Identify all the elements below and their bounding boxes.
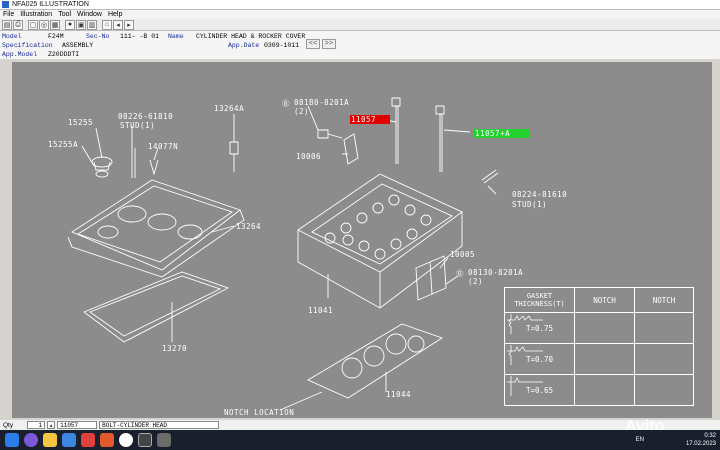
name-value: CYLINDER HEAD & ROCKER COVER xyxy=(196,32,306,40)
name-label: Name xyxy=(168,32,184,40)
notch-side-icon xyxy=(508,344,693,374)
menu-file[interactable]: File xyxy=(3,11,14,18)
color-icon[interactable]: ● xyxy=(65,19,75,30)
search-icon[interactable]: ◎ xyxy=(39,19,49,30)
gasket-thickness-table: GASKET THICKNESS(T) NOTCH NOTCH T=0.75 T… xyxy=(504,287,694,406)
settings-icon[interactable]: ▦ xyxy=(50,19,60,30)
toolbar: ▤ ⎙ ▢ ◎ ▦ ● ▣ ▥ ⌂ ◂ ▸ xyxy=(0,19,720,31)
part-name-field: BOLT-CYLINDER HEAD xyxy=(99,421,220,429)
qty-label: Qty xyxy=(3,421,14,429)
notch-side-icon xyxy=(510,375,693,406)
start-icon[interactable] xyxy=(5,433,19,447)
part-info-panel: Model F24M Sec-No 111- -B 01 Name CYLIND… xyxy=(0,31,720,59)
parts-catalog-icon[interactable] xyxy=(138,433,152,447)
callout-10006[interactable]: 10006 xyxy=(296,152,321,161)
assistant-icon[interactable] xyxy=(24,433,38,447)
open-icon[interactable]: ▤ xyxy=(2,19,12,30)
appmodel-value: Z20DDDTI xyxy=(48,50,80,58)
app-icon-2[interactable] xyxy=(157,433,171,447)
callout-08226[interactable]: 08226-61810 xyxy=(118,112,173,121)
callout-11044[interactable]: 11044 xyxy=(386,390,411,399)
browser-icon[interactable] xyxy=(119,433,133,447)
back-icon[interactable]: ◂ xyxy=(113,19,123,30)
language-indicator[interactable]: EN xyxy=(636,436,644,444)
info-icon[interactable]: ▥ xyxy=(87,19,97,30)
illustration-canvas[interactable]: 13264A 15255 15255A 08226-61810 STUD(1) … xyxy=(12,62,712,418)
clock-date[interactable]: 17.02.2023 xyxy=(686,440,716,448)
callout-bullet-081B0: Ⓑ xyxy=(282,99,290,108)
callout-08224-stud: STUD(1) xyxy=(512,200,548,209)
menu-window[interactable]: Window xyxy=(77,11,102,18)
callout-08130-qty: (2) xyxy=(468,277,484,286)
table-row: T=0.70 xyxy=(505,344,693,375)
callout-11041[interactable]: 11041 xyxy=(308,306,333,315)
header-gasket-thickness: GASKET THICKNESS(T) xyxy=(505,288,575,312)
office-icon[interactable] xyxy=(100,433,114,447)
table-row: T=0.65 xyxy=(505,375,693,406)
header-notch-2: NOTCH xyxy=(652,295,676,305)
part-number-field[interactable]: 11057 xyxy=(57,421,98,429)
window-title: NFA025 ILLUSTRATION xyxy=(12,1,89,8)
prev-page-button[interactable]: << xyxy=(306,39,320,49)
notch-diagram-icon xyxy=(507,344,635,374)
callout-08130[interactable]: 08130-8201A xyxy=(468,268,523,277)
appdate-value: 0309-1011 xyxy=(264,41,300,49)
app-icon xyxy=(2,1,9,8)
qty-stepper[interactable]: ▴ xyxy=(47,421,56,429)
grid-icon[interactable]: ▣ xyxy=(76,19,86,30)
model-label: Model xyxy=(2,32,22,40)
window-titlebar: NFA025 ILLUSTRATION xyxy=(0,0,720,10)
head-gasket-outline xyxy=(307,323,444,399)
callout-bullet-08130: Ⓑ xyxy=(456,269,464,278)
taskbar: EN 0:32 17.02.2023 xyxy=(0,430,720,450)
callout-15255[interactable]: 15255 xyxy=(68,118,93,127)
clock-time[interactable]: 0:32 xyxy=(686,432,716,440)
secno-label: Sec-No xyxy=(86,32,110,40)
next-page-button[interactable]: >> xyxy=(322,39,336,49)
callout-13264A[interactable]: 13264A xyxy=(214,104,244,113)
secno-value: 111- -B 01 xyxy=(120,32,160,40)
spec-value: ASSEMBLY xyxy=(62,41,94,49)
spec-label: Specification xyxy=(2,41,53,49)
menu-tool[interactable]: Tool xyxy=(58,11,71,18)
callout-14077N[interactable]: 14077N xyxy=(148,142,178,151)
table-row: T=0.75 xyxy=(505,313,693,344)
cylinder-head-outline xyxy=(297,173,463,273)
callout-13270[interactable]: 13270 xyxy=(162,344,187,353)
table-header-row: GASKET THICKNESS(T) NOTCH NOTCH xyxy=(505,288,693,313)
callout-11057-selected[interactable]: 11057 xyxy=(350,115,391,124)
appdate-label: App.Date xyxy=(228,41,260,49)
status-bar: Qty 1 ▴ 11057 BOLT-CYLINDER HEAD xyxy=(0,420,720,430)
home-icon[interactable]: ⌂ xyxy=(102,19,112,30)
callout-08224[interactable]: 08224-81610 xyxy=(512,190,567,199)
qty-field[interactable]: 1 xyxy=(27,421,46,429)
folder-icon[interactable] xyxy=(43,433,57,447)
menu-illustration[interactable]: Illustration xyxy=(20,11,52,18)
notch-diagram-icon xyxy=(507,375,635,406)
callout-081B0[interactable]: 081B0-8201A xyxy=(294,98,349,107)
print-icon[interactable]: ⎙ xyxy=(13,19,23,30)
callout-13264[interactable]: 13264 xyxy=(236,222,261,231)
callout-08226-stud: STUD(1) xyxy=(120,121,156,130)
notch-diagram-icon xyxy=(507,313,635,343)
forward-icon[interactable]: ▸ xyxy=(124,19,134,30)
system-tray: EN 0:32 17.02.2023 xyxy=(636,432,716,448)
media-icon[interactable] xyxy=(81,433,95,447)
callout-10005[interactable]: 10005 xyxy=(450,250,475,259)
header-notch-1: NOTCH xyxy=(575,288,635,312)
menu-help[interactable]: Help xyxy=(108,11,122,18)
menu-bar: File Illustration Tool Window Help xyxy=(0,10,720,19)
appmodel-label: App.Model xyxy=(2,50,38,58)
callout-15255A[interactable]: 15255A xyxy=(48,140,78,149)
callout-11057A-related[interactable]: 11057+A xyxy=(474,129,531,138)
rocker-cover-outline xyxy=(71,179,241,271)
mail-icon[interactable] xyxy=(62,433,76,447)
zoom-icon[interactable]: ▢ xyxy=(28,19,38,30)
notch-side-icon xyxy=(508,313,693,343)
model-value: F24M xyxy=(48,32,64,40)
callout-081B0-qty: (2) xyxy=(294,107,310,116)
notch-location-label: NOTCH LOCATION xyxy=(224,408,295,417)
